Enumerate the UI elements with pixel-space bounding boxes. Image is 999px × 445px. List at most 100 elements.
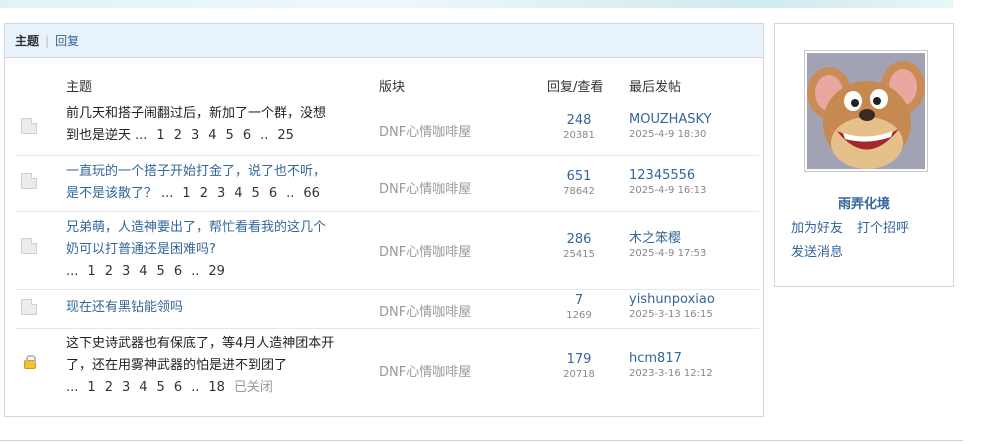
page-link[interactable]: 1: [182, 183, 190, 205]
last-post: hcm817 2023-3-16 12:12: [629, 351, 713, 381]
last-post-time[interactable]: 2025-3-13 16:15: [629, 308, 715, 322]
view-count: 20718: [563, 369, 595, 380]
page-links: ... 1 2 3 4 5 6.. 25: [135, 128, 303, 143]
tab-separator: |: [45, 33, 50, 48]
page-link[interactable]: 5: [226, 125, 234, 147]
page-link[interactable]: 6: [269, 183, 277, 205]
page-link[interactable]: 66: [303, 183, 320, 205]
page-link: ..: [286, 186, 295, 201]
add-friend-link[interactable]: 加为好友: [791, 221, 843, 236]
last-post-time[interactable]: 2023-3-16 12:12: [629, 367, 713, 381]
column-replies-views: 回复/查看: [547, 80, 604, 95]
table-row: 现在还有黑钻能领吗 DNF心情咖啡屋 7 1269 yishunpoxiao 2025-3…: [15, 290, 759, 329]
last-post-user[interactable]: hcm817: [629, 351, 713, 367]
last-post-time[interactable]: 2025-4-9 16:13: [629, 184, 706, 198]
page-link: ..: [191, 264, 200, 279]
column-forum: 版块: [379, 80, 406, 95]
page-link[interactable]: 29: [208, 261, 225, 283]
page-link[interactable]: 5: [157, 261, 165, 283]
thread-title-line[interactable]: 奶可以打普通还是困难吗?: [66, 242, 216, 257]
page-link[interactable]: 1: [87, 261, 95, 283]
last-post-time[interactable]: 2025-4-9 17:53: [629, 247, 706, 261]
page-links: ... 1 2 3 4 5 6.. 66: [161, 186, 329, 201]
closed-label: 已关闭: [233, 380, 273, 395]
page-link[interactable]: 2: [105, 377, 113, 399]
page-link[interactable]: 5: [157, 377, 165, 399]
tab-subjects[interactable]: 主题: [15, 32, 39, 49]
say-hello-link[interactable]: 打个招呼: [857, 221, 909, 236]
view-count: 25415: [563, 249, 595, 260]
last-post-user[interactable]: 木之笨樱: [629, 231, 706, 247]
page-link[interactable]: 25: [277, 125, 294, 147]
thread-title: 一直玩的一个搭子开始打金了，说了也不听， 是不是该散了？... 1 2 3 4 5 6.. 66: [66, 161, 366, 205]
table-header: 主题 版块 回复/查看 最后发帖: [5, 58, 763, 103]
avatar[interactable]: [804, 50, 928, 172]
page-link[interactable]: 6: [174, 377, 182, 399]
last-post-user[interactable]: MOUZHASKY: [629, 112, 712, 128]
thread-title-line[interactable]: 这下史诗武器也有保底了，等4月人造神团本开: [66, 336, 334, 351]
column-last-post: 最后发帖: [629, 80, 682, 95]
document-icon: [21, 238, 37, 254]
page-link[interactable]: 1: [156, 125, 164, 147]
avatar-image: [807, 53, 925, 169]
table-row: 兄弟萌，人造神要出了，帮忙看看我的这几个 奶可以打普通还是困难吗?... 1 2 3 4 5…: [15, 212, 759, 290]
page-link[interactable]: 2: [105, 261, 113, 283]
page-link[interactable]: 2: [174, 125, 182, 147]
table-row: 这下史诗武器也有保底了，等4月人造神团本开 了，还在用雾神武器的怕是进不到团了..…: [15, 329, 759, 409]
page-link: ...: [66, 380, 79, 395]
forum-link[interactable]: DNF心情咖啡屋: [379, 178, 471, 197]
send-message-link[interactable]: 发送消息: [791, 245, 843, 260]
thread-title-line[interactable]: 现在还有黑钻能领吗: [66, 300, 183, 315]
thread-title-line[interactable]: 一直玩的一个搭子开始打金了，说了也不听，: [66, 164, 326, 179]
page-link[interactable]: 4: [139, 377, 147, 399]
reply-count[interactable]: 651: [545, 169, 613, 185]
thread-title-line[interactable]: 兄弟萌，人造神要出了，帮忙看看我的这几个: [66, 220, 326, 235]
last-post: MOUZHASKY 2025-4-9 18:30: [629, 112, 712, 142]
thread-title-line[interactable]: 是不是该散了？: [66, 186, 157, 201]
page-link[interactable]: 1: [87, 377, 95, 399]
top-banner: [0, 0, 953, 8]
tab-bar: 主题 | 回复: [5, 24, 763, 58]
page-link: ..: [260, 128, 269, 143]
page-links: ... 1 2 3 4 5 6.. 18 已关闭: [66, 380, 282, 395]
page-link: ...: [161, 186, 174, 201]
profile-actions: 加为好友 打个招呼 发送消息: [791, 217, 951, 265]
forum-link[interactable]: DNF心情咖啡屋: [379, 301, 471, 320]
page-link[interactable]: 3: [122, 261, 130, 283]
reply-count[interactable]: 179: [545, 352, 613, 368]
page-link[interactable]: 3: [191, 125, 199, 147]
profile-username[interactable]: 雨弄化境: [775, 193, 953, 212]
reply-count[interactable]: 7: [545, 293, 613, 309]
last-post-user[interactable]: yishunpoxiao: [629, 292, 715, 308]
reply-count[interactable]: 286: [545, 232, 613, 248]
page-link[interactable]: 4: [139, 261, 147, 283]
page-link[interactable]: 6: [174, 261, 182, 283]
thread-title-line[interactable]: 到也是逆天: [66, 128, 131, 143]
thread-title: 这下史诗武器也有保底了，等4月人造神团本开 了，还在用雾神武器的怕是进不到团了..…: [66, 333, 366, 399]
tab-replies[interactable]: 回复: [55, 32, 79, 49]
forum-link[interactable]: DNF心情咖啡屋: [379, 241, 471, 260]
page-link[interactable]: 4: [208, 125, 216, 147]
reply-count[interactable]: 248: [545, 113, 613, 129]
thread-title-line[interactable]: 了，还在用雾神武器的怕是进不到团了: [66, 358, 287, 373]
thread-title-line[interactable]: 前几天和搭子闹翻过后，新加了一个群，没想: [66, 106, 326, 121]
page-link[interactable]: 18: [208, 377, 225, 399]
forum-link[interactable]: DNF心情咖啡屋: [379, 361, 471, 380]
page-link[interactable]: 4: [234, 183, 242, 205]
last-post: 木之笨樱 2025-4-9 17:53: [629, 231, 706, 261]
view-count: 1269: [566, 310, 592, 321]
view-count: 20381: [563, 130, 595, 141]
thread-list-panel: 主题 | 回复 主题 版块 回复/查看 最后发帖 前几天和搭子闹翻过后，新加了一…: [4, 23, 764, 417]
avatar-cartoon-mouse: [807, 53, 925, 169]
thread-title: 现在还有黑钻能领吗: [66, 297, 366, 319]
forum-link[interactable]: DNF心情咖啡屋: [379, 121, 471, 140]
page-link[interactable]: 6: [243, 125, 251, 147]
page-link[interactable]: 3: [122, 377, 130, 399]
page-link[interactable]: 5: [252, 183, 260, 205]
thread-title: 兄弟萌，人造神要出了，帮忙看看我的这几个 奶可以打普通还是困难吗?... 1 2 3 4 5…: [66, 217, 366, 283]
last-post-time[interactable]: 2025-4-9 18:30: [629, 128, 712, 142]
page-link[interactable]: 3: [217, 183, 225, 205]
last-post-user[interactable]: 12345556: [629, 168, 706, 184]
page-link[interactable]: 2: [200, 183, 208, 205]
reply-view-counts: 7 1269: [545, 293, 613, 323]
